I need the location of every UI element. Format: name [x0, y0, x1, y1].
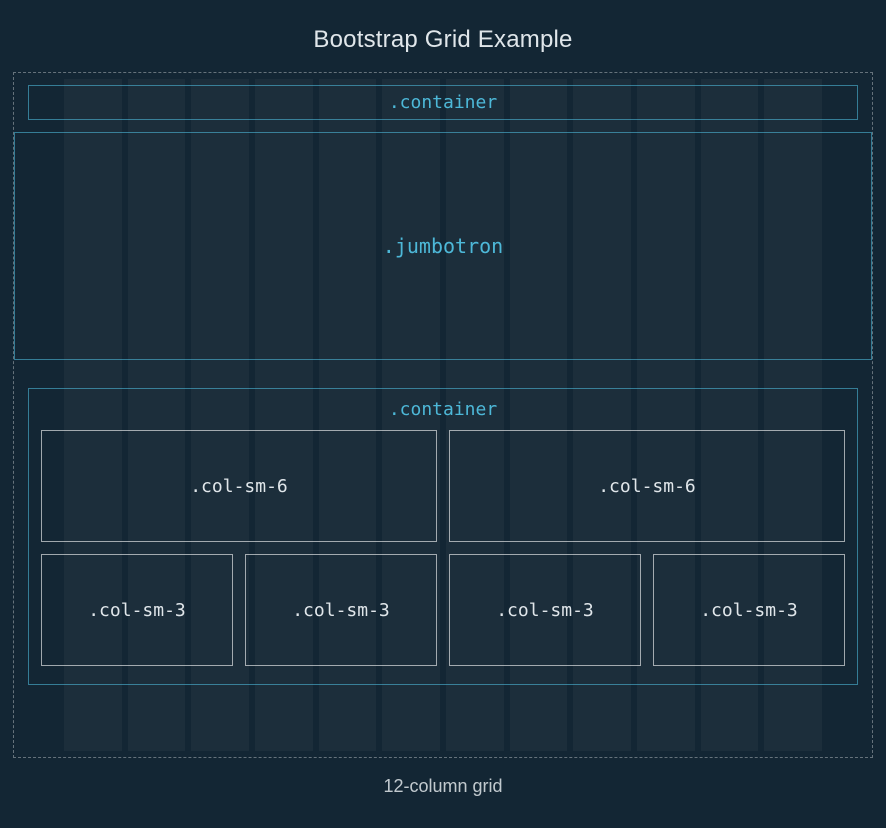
- row-6: .col-sm-6 .col-sm-6: [29, 430, 857, 554]
- col-label: .col-sm-6: [598, 476, 696, 497]
- col-sm-6: .col-sm-6: [41, 430, 437, 542]
- container-top-label: .container: [389, 92, 497, 113]
- container-top: .container: [28, 85, 858, 120]
- col-sm-3: .col-sm-3: [245, 554, 437, 666]
- page-title: Bootstrap Grid Example: [0, 0, 886, 72]
- container-bottom-label: .container: [29, 397, 857, 430]
- col-sm-6: .col-sm-6: [449, 430, 845, 542]
- footer-caption: 12-column grid: [0, 758, 886, 797]
- jumbotron: .jumbotron: [14, 132, 872, 360]
- grid-frame: .container .jumbotron .container .col-sm…: [13, 72, 873, 758]
- row-3: .col-sm-3 .col-sm-3 .col-sm-3 .col-sm-3: [29, 554, 857, 678]
- jumbotron-label: .jumbotron: [383, 234, 503, 258]
- col-label: .col-sm-3: [496, 600, 594, 621]
- col-label: .col-sm-6: [190, 476, 288, 497]
- col-sm-3: .col-sm-3: [653, 554, 845, 666]
- col-label: .col-sm-3: [88, 600, 186, 621]
- col-label: .col-sm-3: [292, 600, 390, 621]
- container-bottom: .container .col-sm-6 .col-sm-6 .col-sm-3…: [28, 388, 858, 685]
- col-sm-3: .col-sm-3: [449, 554, 641, 666]
- col-sm-3: .col-sm-3: [41, 554, 233, 666]
- grid-content: .container .jumbotron .container .col-sm…: [28, 85, 858, 739]
- col-label: .col-sm-3: [700, 600, 798, 621]
